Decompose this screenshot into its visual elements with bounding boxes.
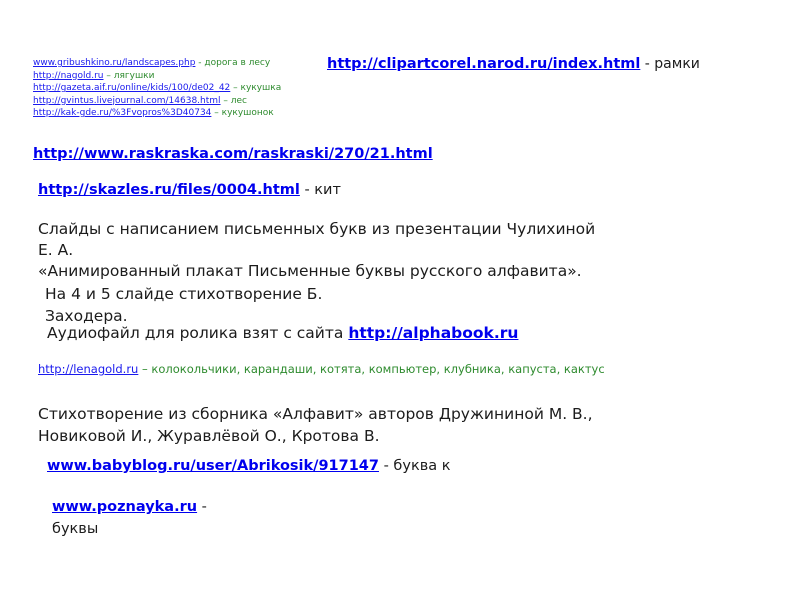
skazles-desc: - кит: [299, 182, 341, 198]
credit-link[interactable]: http://gazeta.aif.ru/online/kids/100/de0…: [33, 83, 230, 93]
lenagold-line: http://lenagold.ru – колокольчики, каран…: [38, 362, 605, 376]
audio-prefix: Аудиофайл для ролика взят с сайта: [47, 324, 349, 342]
babyblog-line: www.babyblog.ru/user/Abrikosik/917147 - …: [47, 458, 451, 474]
slides-line-2: Е. А.: [38, 241, 74, 259]
raskraska-line: http://www.raskraska.com/raskraski/270/2…: [33, 146, 433, 162]
clipartcorel-link[interactable]: http://clipartcorel.narod.ru/index.html: [327, 56, 640, 72]
credit-row: http://gvintus.livejournal.com/14638.htm…: [33, 95, 281, 108]
collection-line-2: Новиковой И., Журавлёвой О., Кротова В.: [38, 427, 380, 445]
credit-desc: – лягушки: [103, 70, 155, 81]
slides-credit-paragraph: Слайды с написанием письменных букв из п…: [38, 219, 678, 282]
babyblog-desc: - буква к: [378, 458, 451, 474]
poznayka-desc-2: буквы: [52, 521, 99, 537]
slides-line-1: Слайды с написанием письменных букв из п…: [38, 220, 596, 238]
poem-line-1: На 4 и 5 слайде стихотворение Б.: [45, 285, 323, 303]
credit-row: http://kak-gde.ru/%3Fvopros%3D40734 – ку…: [33, 107, 281, 120]
credit-desc: – лес: [220, 95, 248, 106]
clipartcorel-line: http://clipartcorel.narod.ru/index.html …: [327, 56, 700, 72]
skazles-line: http://skazles.ru/files/0004.html - кит: [38, 182, 341, 198]
lenagold-link[interactable]: http://lenagold.ru: [38, 362, 138, 376]
collection-line-1: Стихотворение из сборника «Алфавит» авто…: [38, 405, 593, 423]
poznayka-block: www.poznayka.ru - буквы: [52, 496, 207, 540]
credit-link[interactable]: http://kak-gde.ru/%3Fvopros%3D40734: [33, 108, 211, 118]
credit-row: http://nagold.ru – лягушки: [33, 70, 281, 83]
alphabook-link[interactable]: http://alphabook.ru: [348, 324, 518, 342]
poznayka-link[interactable]: www.poznayka.ru: [52, 499, 197, 515]
credit-link[interactable]: http://nagold.ru: [33, 71, 104, 81]
slides-line-3: «Анимированный плакат Письменные буквы р…: [38, 262, 582, 280]
credit-row: http://gazeta.aif.ru/online/kids/100/de0…: [33, 82, 281, 95]
credit-row: www.gribushkino.ru/landscapes.php - доро…: [33, 57, 281, 70]
audio-credit-line: Аудиофайл для ролика взят с сайта http:/…: [47, 322, 518, 344]
poznayka-desc: -: [197, 499, 207, 515]
collection-credit-paragraph: Стихотворение из сборника «Алфавит» авто…: [38, 403, 728, 447]
raskraska-link[interactable]: http://www.raskraska.com/raskraski/270/2…: [33, 146, 433, 162]
lenagold-desc: – колокольчики, карандаши, котята, компь…: [138, 362, 605, 376]
credit-desc: – кукушонок: [211, 108, 274, 118]
credit-desc: - дорога в лесу: [195, 58, 271, 68]
skazles-link[interactable]: http://skazles.ru/files/0004.html: [38, 182, 300, 198]
clipartcorel-desc: - рамки: [640, 56, 700, 72]
credit-desc: – кукушка: [230, 83, 282, 93]
babyblog-link[interactable]: www.babyblog.ru/user/Abrikosik/917147: [47, 458, 379, 474]
credit-link[interactable]: http://gvintus.livejournal.com/14638.htm…: [33, 96, 221, 106]
credits-small-list: www.gribushkino.ru/landscapes.php - доро…: [33, 57, 281, 120]
credit-link[interactable]: www.gribushkino.ru/landscapes.php: [33, 58, 195, 68]
poem-credit-paragraph: На 4 и 5 слайде стихотворение Б. Заходер…: [45, 283, 375, 327]
